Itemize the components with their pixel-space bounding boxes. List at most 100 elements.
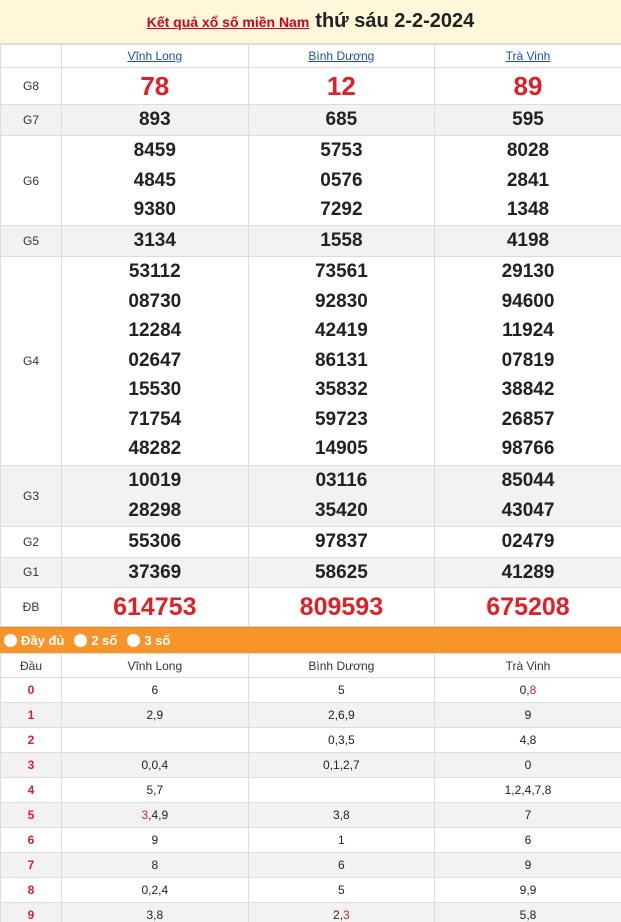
prize-number: 94600 [501,290,555,312]
loto-cell: 6 [61,677,249,703]
prize-number: 71754 [128,408,182,430]
prize-label: G2 [0,525,62,558]
loto-row: 2 0,3,5 4,8 [0,727,621,753]
prize-number: 26857 [501,408,555,430]
loto-row: 0 6 5 0,8 [0,677,621,703]
prize-number: 59723 [314,408,368,430]
radio-circle-icon[interactable] [127,634,141,647]
loto-province-label: Bình Dương [247,653,436,678]
province-link-tra-vinh[interactable]: Trà Vinh [506,49,551,63]
prize-row-g2: G2 55306 97837 02479 [0,525,621,558]
results-link[interactable]: Kết quả xổ số miền Nam [147,14,310,30]
option-full[interactable]: Đầy đủ [4,633,64,648]
radio-circle-icon[interactable] [74,634,88,647]
prize-label: G1 [0,556,62,588]
prize-label: G7 [0,104,62,136]
loto-cell: 5,7 [61,777,249,803]
prize-row-g3: G3 10019 28298 03116 35420 85044 43047 [0,464,621,527]
prize-number: 5753 [320,140,363,162]
prize-number: 28298 [128,499,182,521]
loto-cell: 0,1,2,7 [247,752,436,778]
prize-number: 8028 [506,140,550,162]
option-label: 2 số [91,633,118,648]
prize-row-g7: G7 893 685 595 [0,104,621,136]
prize-number: 53112 [128,261,181,283]
loto-cell: 9 [434,852,621,878]
loto-value: 0, [519,683,530,697]
loto-value: 3 [343,908,350,922]
province-link-binh-duong[interactable]: Bình Dương [308,49,374,63]
loto-head-digit: 5 [0,802,62,828]
prize-row-db: ĐB 614753 809593 675208 [0,587,621,627]
results-table: Vĩnh Long Bình Dương Trà Vinh G8 78 12 8… [0,44,621,627]
prize-number: 11924 [502,320,554,342]
loto-cell: 5 [247,677,436,703]
prize-number: 15530 [128,379,182,401]
option-label: Đầy đủ [21,633,65,648]
loto-row: 6916 [0,827,621,853]
prize-number: 4845 [133,169,176,191]
prize-number: 9380 [133,199,176,221]
option-3-digits[interactable]: 3 số [127,633,170,648]
radio-circle-icon[interactable] [4,634,17,647]
prize-number: 1558 [320,230,363,251]
jackpot-number: 675208 [486,593,570,621]
prize-number: 12284 [128,320,182,342]
prize-number: 98766 [501,438,555,460]
loto-row: 5 3,4,9 3,8 7 [0,802,621,828]
prize-row-g1: G1 37369 58625 41289 [0,556,621,588]
loto-cell: 5 [247,877,436,903]
loto-cell: 6 [247,852,436,878]
prize-number: 10019 [128,470,182,491]
loto-cell: 3,8 [247,802,436,828]
display-options-bar: Đầy đủ 2 số 3 số [0,627,621,653]
prize-number: 07819 [501,349,555,371]
loto-value: 8 [529,683,537,697]
loto-row: 1 2,9 2,6,9 9 [0,702,621,728]
loto-value: 2, [333,908,344,922]
draw-date: thứ sáu 2-2-2024 [315,10,475,32]
prize-number: 893 [138,109,171,131]
loto-cell: 8 [61,852,249,878]
loto-cell: 0,2,4 [61,877,249,903]
prize-label: G5 [0,225,62,257]
loto-cell: 9,9 [434,877,621,903]
prize-number: 4198 [506,230,550,251]
loto-head-digit: 6 [0,827,62,853]
loto-head-digit: 3 [0,752,62,778]
loto-row: 4 5,7 1,2,4,7,8 [0,777,621,803]
prize-number: 8459 [133,140,176,162]
prize-number: 78 [140,71,170,101]
loto-row: 8 0,2,4 5 9,9 [0,877,621,903]
prize-number: 7292 [320,199,363,221]
prize-number: 73561 [314,261,368,283]
prize-number: 35832 [314,379,368,401]
loto-cell: 7 [434,802,621,828]
prize-number: 43047 [501,499,555,521]
prize-label: G8 [0,67,62,105]
prize-row-g6: G6 8459 4845 9380 5753 0576 7292 8028 28… [0,135,621,226]
prize-number: 02647 [128,349,182,371]
loto-cell: 0,0,4 [61,752,249,778]
prize-number: 02479 [501,530,555,552]
prize-number: 41289 [501,561,555,583]
option-2-digits[interactable]: 2 số [74,633,117,648]
loto-cell [61,727,249,753]
loto-head-digit: 8 [0,877,62,903]
prize-number: 48282 [128,438,182,460]
loto-row: 7869 [0,852,621,878]
prize-number: 86131 [314,349,368,371]
loto-province-label: Trà Vinh [434,653,621,678]
loto-cell: 3,4,9 [61,802,249,828]
province-link-vinh-long[interactable]: Vĩnh Long [127,49,182,63]
prize-number: 595 [512,109,544,131]
loto-cell: 2,6,9 [247,702,436,728]
prize-label: ĐB [0,587,62,627]
corner-cell [0,44,62,68]
prize-row-g5: G5 3134 1558 4198 [0,225,621,257]
prize-label: G4 [0,255,62,466]
prize-number: 03116 [315,470,368,491]
loto-header-row: Đầu Vĩnh Long Bình Dương Trà Vinh [0,653,621,678]
prize-label: G6 [0,135,62,226]
loto-row: 9 3,8 2,3 5,8 [0,902,621,922]
